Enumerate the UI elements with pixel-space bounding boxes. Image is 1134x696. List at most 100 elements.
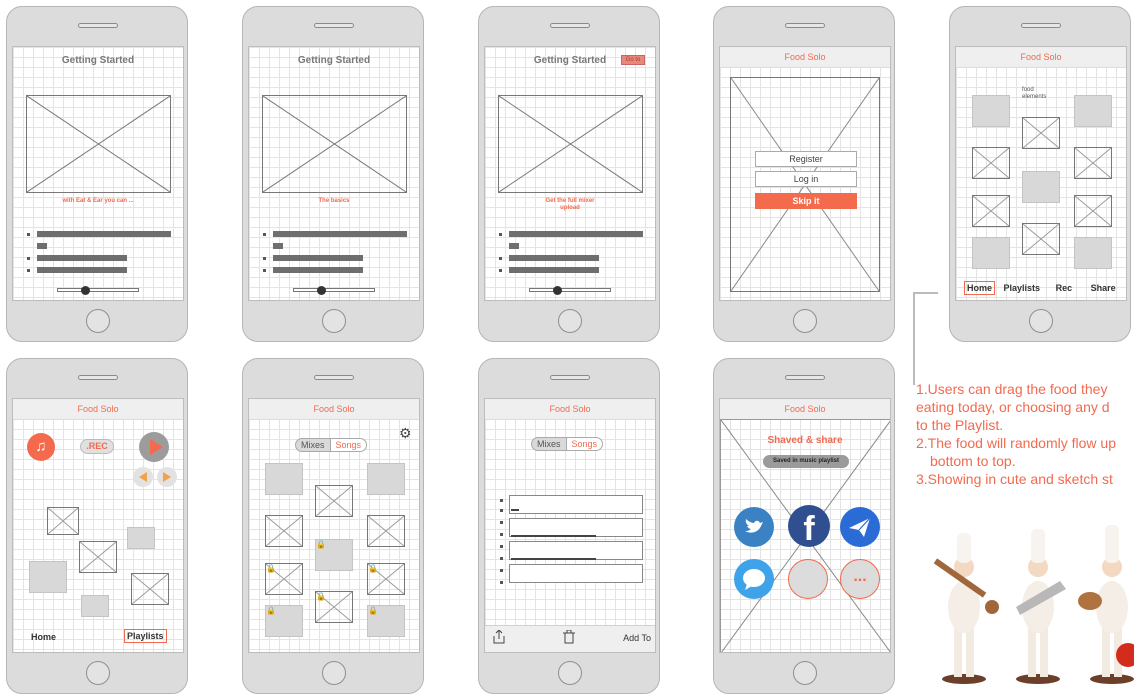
register-button[interactable]: Register [755, 151, 857, 167]
food-item[interactable] [265, 515, 303, 547]
slider-handle[interactable] [553, 286, 562, 295]
food-item[interactable] [1074, 147, 1112, 179]
mail-icon[interactable] [840, 507, 880, 547]
tab-home[interactable]: Home [31, 632, 56, 642]
speaker [78, 23, 118, 28]
phone-mixes: Food Solo Mixes Songs ⚙ 🔒 🔒 🔒 🔒 🔒 🔒 [242, 358, 424, 694]
speaker [785, 23, 825, 28]
goto-button[interactable]: Go to [621, 55, 645, 65]
home-button[interactable] [1029, 309, 1053, 333]
food-item[interactable] [47, 507, 79, 535]
page-title: Getting Started [297, 55, 371, 66]
lock-icon: 🔒 [316, 540, 326, 549]
connector-line [913, 292, 938, 294]
play-icon[interactable] [139, 432, 169, 462]
bullet [499, 257, 502, 260]
lock-icon: 🔒 [368, 564, 378, 573]
note-line: bottom to top. [930, 453, 1016, 469]
tab-bar: Home Playlists Rec Share [964, 281, 1126, 295]
food-item[interactable] [972, 237, 1010, 269]
tab-playlists[interactable]: Playlists [1004, 283, 1041, 293]
food-item[interactable] [81, 595, 109, 617]
list-item[interactable] [509, 495, 643, 514]
screen: Food Solo Register Log in Skip it [719, 46, 891, 301]
food-item[interactable] [79, 541, 117, 573]
app-title: Food Solo [13, 399, 183, 420]
share-heading: Shaved & share [767, 435, 843, 446]
bullet [500, 509, 503, 512]
skip-button[interactable]: Skip it [755, 193, 857, 209]
phone-home: Food Solo food elements Home Playlists R… [949, 6, 1131, 342]
tab-share[interactable]: Share [1091, 283, 1116, 293]
add-to-button[interactable]: Add To [623, 633, 651, 643]
food-item[interactable] [265, 463, 303, 495]
text-line [273, 243, 283, 249]
forward-icon[interactable] [157, 467, 177, 487]
food-item[interactable] [972, 195, 1010, 227]
food-item[interactable] [131, 573, 169, 605]
seg-mixes[interactable]: Mixes [531, 437, 567, 451]
list-item[interactable] [509, 518, 643, 537]
food-item[interactable] [1022, 223, 1060, 255]
home-button[interactable] [322, 661, 346, 685]
food-item[interactable] [1022, 171, 1060, 203]
screen: Food Solo food elements Home Playlists R… [955, 46, 1127, 301]
login-button[interactable]: Log in [755, 171, 857, 187]
food-item[interactable] [972, 95, 1010, 127]
food-item[interactable] [1074, 237, 1112, 269]
home-button[interactable] [86, 661, 110, 685]
food-item[interactable] [29, 561, 67, 593]
home-button[interactable] [322, 309, 346, 333]
food-item[interactable] [315, 485, 353, 517]
food-item[interactable] [1074, 95, 1112, 127]
gear-icon[interactable]: ⚙ [399, 425, 412, 442]
food-item[interactable] [1074, 195, 1112, 227]
rewind-icon[interactable] [133, 467, 153, 487]
text-line [509, 231, 643, 237]
facebook-icon[interactable]: f [788, 505, 830, 547]
text-line [273, 231, 407, 237]
note-line: 3.Showing in cute and sketch st [916, 471, 1113, 487]
food-item[interactable] [972, 147, 1010, 179]
segmented-control: Mixes Songs [295, 438, 368, 452]
food-item[interactable] [127, 527, 155, 549]
page-slider[interactable] [293, 288, 375, 292]
app-title: Food Solo [485, 399, 655, 420]
home-button[interactable] [558, 309, 582, 333]
bullet [27, 233, 30, 236]
music-note-icon[interactable]: ♫ [27, 433, 55, 461]
food-item[interactable] [367, 463, 405, 495]
tab-rec[interactable]: Rec [1056, 283, 1073, 293]
screen: Getting Started with Eat & Ear you can .… [12, 46, 184, 301]
home-button[interactable] [558, 661, 582, 685]
seg-songs[interactable]: Songs [329, 438, 368, 452]
phone-songs: Food Solo Mixes Songs Add To [478, 358, 660, 694]
phone-recorder: Food Solo ♫ .REC Home Playlists [6, 358, 188, 694]
text-line [37, 267, 127, 273]
list-item[interactable] [509, 541, 643, 560]
home-button[interactable] [86, 309, 110, 333]
twitter-icon[interactable] [734, 507, 774, 547]
share-icon[interactable] [493, 629, 505, 644]
tab-home[interactable]: Home [964, 281, 996, 295]
more-button[interactable]: ... [840, 559, 880, 599]
seg-songs[interactable]: Songs [565, 437, 604, 451]
trash-icon[interactable] [563, 629, 575, 644]
page-slider[interactable] [529, 288, 611, 292]
screen: Food Solo Mixes Songs Add To [484, 398, 656, 653]
food-item[interactable] [1022, 117, 1060, 149]
slider-handle[interactable] [317, 286, 326, 295]
segmented-control: Mixes Songs [531, 437, 604, 451]
home-button[interactable] [793, 661, 817, 685]
empty-share-slot[interactable] [788, 559, 828, 599]
page-slider[interactable] [57, 288, 139, 292]
rec-button[interactable]: .REC [80, 439, 114, 454]
slider-handle[interactable] [81, 286, 90, 295]
tab-playlists[interactable]: Playlists [124, 629, 167, 643]
seg-mixes[interactable]: Mixes [295, 438, 331, 452]
chat-icon[interactable] [734, 559, 774, 599]
food-item[interactable] [367, 515, 405, 547]
bullet [27, 269, 30, 272]
list-item[interactable] [509, 564, 643, 583]
home-button[interactable] [793, 309, 817, 333]
